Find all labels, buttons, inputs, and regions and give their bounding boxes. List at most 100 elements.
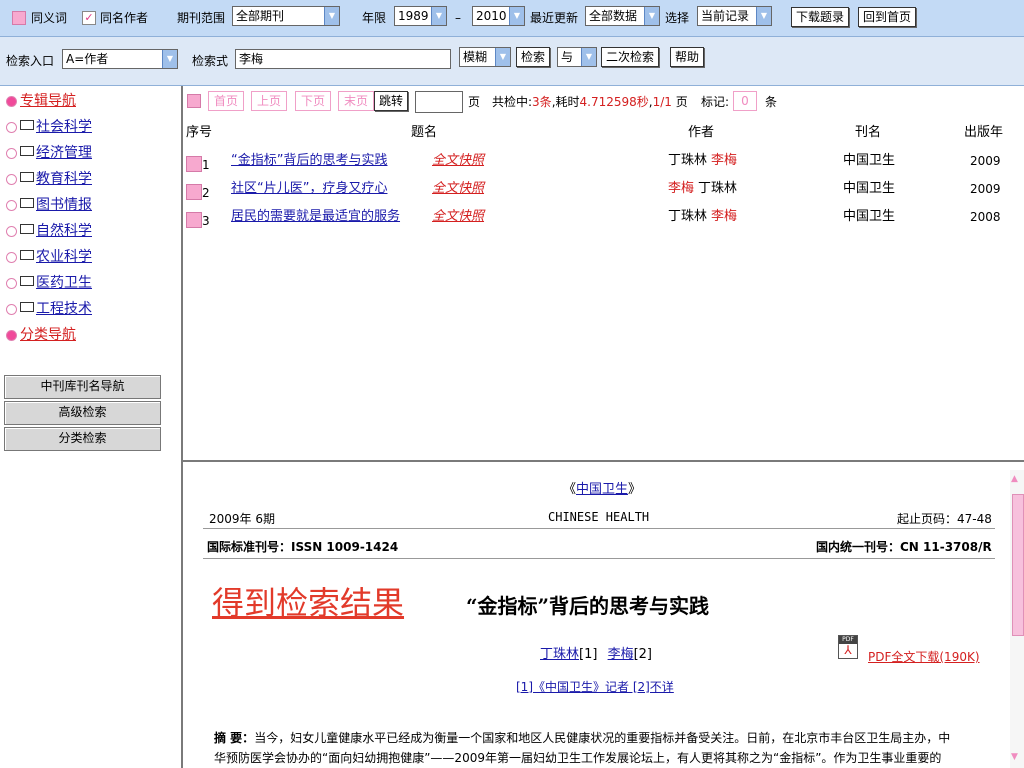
chevron-down-icon: ▼ (581, 48, 596, 66)
radio-dot-icon (6, 225, 17, 237)
row-title-link[interactable]: “金指标”背后的思考与实践 (231, 153, 387, 169)
sidebar-item-label: 社会科学 (36, 119, 92, 135)
author-link-2[interactable]: 李梅 (608, 647, 634, 662)
folder-icon (20, 276, 34, 286)
prev-page-button[interactable]: 上页 (251, 91, 287, 111)
full-text-link[interactable]: 全文快照 (432, 153, 484, 169)
page-range: 起止页码：47-48 (897, 512, 992, 526)
sidebar-item-label: 医药卫生 (36, 275, 92, 291)
year-dash: – (455, 11, 461, 25)
search-button[interactable]: 检索 (516, 47, 551, 67)
sidebar-item-10[interactable]: 分类导航 (6, 325, 76, 345)
synonym-checkbox[interactable] (12, 11, 26, 25)
logic-select[interactable]: 与 ▼ (557, 47, 597, 67)
entry-label: 检索入口 (6, 54, 55, 68)
sidebar-button-1[interactable]: 中刊库刊名导航 (4, 375, 161, 399)
match-select[interactable]: 模糊 ▼ (459, 47, 511, 67)
sidebar-button-2[interactable]: 高级检索 (4, 401, 161, 425)
row-journal: 中国卫生 (843, 153, 896, 168)
abstract-line-1: 当今，妇女儿童健康水平已经成为衡量一个国家和地区人民健康状况的重要指标并备受关注… (254, 731, 951, 745)
journal-link[interactable]: 中国卫生 (576, 482, 628, 497)
row-checkbox[interactable] (186, 156, 202, 172)
sidebar: 专辑导航社会科学经济管理教育科学图书情报自然科学农业科学医药卫生工程技术分类导航… (0, 86, 183, 768)
detail-divider-2 (203, 558, 995, 559)
first-page-button[interactable]: 首页 (208, 91, 244, 111)
journal-scope-select[interactable]: 全部期刊 ▼ (232, 6, 340, 26)
scroll-down-icon[interactable]: ▼ (1011, 752, 1018, 762)
folder-icon (20, 224, 34, 234)
radio-dot-icon (6, 199, 17, 211)
same-author-checkbox[interactable]: ✓ (82, 11, 96, 25)
sidebar-item-label: 自然科学 (36, 223, 92, 239)
pdf-icon[interactable]: PDF ⅄ (838, 635, 858, 659)
update-select[interactable]: 全部数据 ▼ (585, 6, 660, 26)
full-text-link[interactable]: 全文快照 (432, 209, 484, 225)
radio-dot-icon (6, 277, 17, 289)
help-button[interactable]: 帮助 (670, 47, 705, 67)
author-name[interactable]: 丁珠林 (698, 181, 737, 196)
sidebar-item-label: 分类导航 (20, 327, 76, 343)
update-label: 最近更新 (530, 11, 579, 25)
sidebar-item-2[interactable]: 社会科学 (6, 117, 92, 137)
scroll-up-icon[interactable]: ▲ (1011, 474, 1018, 484)
row-title-link[interactable]: 社区“片儿医”，疗身又疗心 (231, 181, 387, 197)
pdf-download-link[interactable]: PDF全文下载(190K) (868, 648, 980, 665)
author-name[interactable]: 丁珠林 (668, 209, 707, 224)
row-checkbox[interactable] (186, 212, 202, 228)
sidebar-item-7[interactable]: 农业科学 (6, 247, 92, 267)
header-number: 序号 (186, 125, 213, 140)
sidebar-item-6[interactable]: 自然科学 (6, 221, 92, 241)
row-authors: 丁珠林 李梅 (668, 209, 737, 225)
sidebar-button-3[interactable]: 分类检索 (4, 427, 161, 451)
detail-divider-1 (203, 528, 995, 529)
cn-label: 国内统一刊号：CN 11-3708/R (816, 540, 992, 554)
full-text-link[interactable]: 全文快照 (432, 181, 484, 197)
query-input[interactable]: 李梅 (235, 49, 451, 69)
year-from-select[interactable]: 1989 ▼ (394, 6, 447, 26)
download-records-button[interactable]: 下载题录 (791, 7, 850, 27)
chevron-down-icon: ▼ (509, 7, 524, 25)
author-link-1[interactable]: 丁珠林 (540, 647, 579, 662)
home-button[interactable]: 回到首页 (858, 7, 917, 27)
author-name[interactable]: 李梅 (711, 153, 737, 168)
panel-divider[interactable] (181, 460, 1024, 462)
result-summary: 共检中:3条,耗时4.712598秒,1/1 页 (492, 95, 688, 109)
chevron-down-icon: ▼ (495, 48, 510, 66)
next-page-button[interactable]: 下页 (295, 91, 331, 111)
scrollbar[interactable]: ▲ ▼ (1010, 470, 1024, 768)
sidebar-item-label: 工程技术 (36, 301, 92, 317)
secondary-search-button[interactable]: 二次检索 (601, 47, 660, 67)
row-checkbox[interactable] (186, 184, 202, 200)
row-journal: 中国卫生 (843, 181, 896, 196)
author-name[interactable]: 李梅 (668, 181, 694, 196)
scrollbar-thumb[interactable] (1012, 494, 1024, 636)
select-all-checkbox[interactable] (187, 94, 201, 108)
sidebar-item-3[interactable]: 经济管理 (6, 143, 92, 163)
sidebar-item-1[interactable]: 专辑导航 (6, 91, 76, 111)
row-year: 2009 (970, 154, 1001, 168)
author-name[interactable]: 丁珠林 (668, 153, 707, 168)
top-toolbar: 同义词 ✓ 同名作者 期刊范围 全部期刊 ▼ 年限 1989 ▼ – 2010 ▼ 最… (0, 0, 1024, 37)
entry-select[interactable]: A=作者 ▼ (62, 49, 178, 69)
author-name[interactable]: 李梅 (711, 209, 737, 224)
year-to-select[interactable]: 2010 ▼ (472, 6, 525, 26)
radio-dot-icon (6, 147, 17, 159)
abstract-label: 摘 要： (214, 731, 255, 745)
sidebar-item-label: 图书情报 (36, 197, 92, 213)
sidebar-item-8[interactable]: 医药卫生 (6, 273, 92, 293)
last-page-button[interactable]: 末页 (338, 91, 374, 111)
header-title: 题名 (411, 125, 438, 140)
english-journal-name: CHINESE HEALTH (548, 510, 650, 524)
select-scope-select[interactable]: 当前记录 ▼ (697, 6, 772, 26)
sidebar-item-4[interactable]: 教育科学 (6, 169, 92, 189)
row-title-link[interactable]: 居民的需要就是最适宜的服务 (231, 209, 400, 225)
radio-dot-icon (6, 173, 17, 185)
sidebar-item-5[interactable]: 图书情报 (6, 195, 92, 215)
chevron-down-icon: ▼ (644, 7, 659, 25)
detail-journal-title: 《中国卫生》 (563, 482, 642, 497)
jump-button[interactable]: 跳转 (374, 91, 409, 111)
page-input[interactable] (415, 91, 463, 113)
chevron-down-icon: ▼ (162, 50, 177, 68)
sidebar-item-9[interactable]: 工程技术 (6, 299, 92, 319)
affiliation-link[interactable]: [1]《中国卫生》记者 [2]不详 (516, 678, 674, 695)
